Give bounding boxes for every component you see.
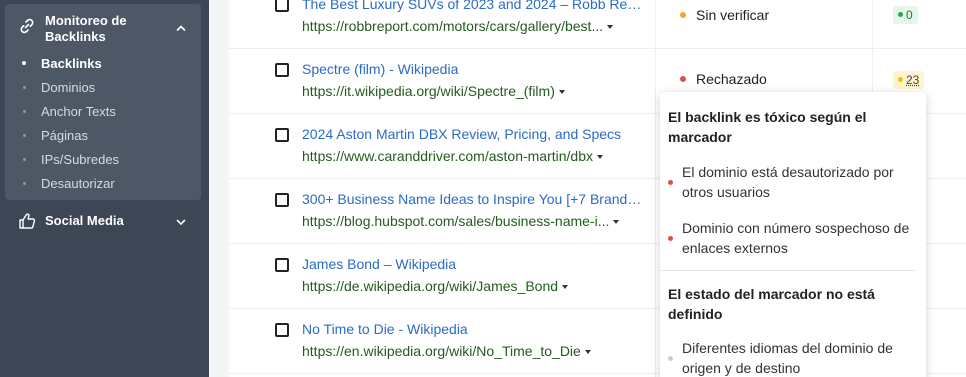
caret-down-icon[interactable] — [562, 285, 568, 289]
backlink-url[interactable]: https://de.wikipedia.org/wiki/James_Bond — [302, 277, 568, 295]
toxic-marker-icon — [668, 180, 673, 185]
toxicity-badge[interactable]: 23 — [893, 71, 924, 89]
caret-down-icon[interactable] — [597, 155, 603, 159]
bullet-icon — [23, 158, 26, 161]
url-text: https://blog.hubspot.com/sales/business-… — [302, 213, 609, 229]
sidebar-item-label: IPs/Subredes — [41, 152, 119, 168]
status-text: Sin verificar — [696, 7, 769, 23]
caret-down-icon[interactable] — [559, 90, 565, 94]
badge-value: 23 — [906, 73, 919, 87]
sidebar-item-label: Anchor Texts — [41, 104, 116, 120]
sidebar-item-label: Backlinks — [41, 56, 102, 72]
url-text: https://it.wikipedia.org/wiki/Spectre_(f… — [302, 83, 555, 99]
row-checkbox[interactable] — [275, 63, 289, 77]
sidebar-item-label: Desautorizar — [41, 176, 115, 192]
tooltip-item: Dominio con número sospechoso de enlaces… — [682, 218, 910, 258]
backlink-title-link[interactable]: James Bond – Wikipedia — [302, 255, 642, 273]
sidebar-item-paginas[interactable]: Páginas — [5, 124, 201, 148]
row-checkbox[interactable] — [275, 128, 289, 142]
row-checkbox[interactable] — [275, 0, 289, 12]
caret-down-icon[interactable] — [607, 25, 613, 29]
backlink-url[interactable]: https://it.wikipedia.org/wiki/Spectre_(f… — [302, 82, 565, 100]
bullet-icon — [22, 61, 26, 65]
backlink-title-link[interactable]: Spectre (film) - Wikipedia — [302, 60, 642, 78]
link-icon — [18, 17, 36, 35]
status-dot-icon — [680, 12, 686, 18]
backlink-title-link[interactable]: No Time to Die - Wikipedia — [302, 320, 642, 338]
toxicity-tooltip: El backlink es tóxico según el marcador … — [660, 92, 926, 377]
caret-down-icon[interactable] — [585, 350, 591, 354]
status-label: Sin verificar — [680, 7, 769, 23]
backlink-monitoring-toggle[interactable]: Monitoreo de Backlinks — [5, 4, 201, 52]
sidebar-item-ips-subredes[interactable]: IPs/Subredes — [5, 148, 201, 172]
backlink-url[interactable]: https://robbreport.com/motors/cars/galle… — [302, 17, 613, 35]
bullet-icon — [23, 182, 26, 185]
tooltip-item: Diferentes idiomas del dominio de origen… — [682, 338, 910, 377]
sidebar: Monitoreo de Backlinks Backlinks Dominio… — [0, 0, 209, 377]
backlink-title-link[interactable]: 2024 Aston Martin DBX Review, Pricing, a… — [302, 125, 642, 143]
group-title: Monitoreo de Backlinks — [45, 13, 165, 45]
sidebar-item-label: Dominios — [41, 80, 95, 96]
column-divider — [655, 0, 656, 377]
thumbs-up-icon — [18, 212, 36, 230]
sidebar-item-dominios[interactable]: Dominios — [5, 76, 201, 100]
backlink-url[interactable]: https://en.wikipedia.org/wiki/No_Time_to… — [302, 342, 591, 360]
backlink-title-link[interactable]: 300+ Business Name Ideas to Inspire You … — [302, 190, 642, 208]
backlink-monitoring-group: Monitoreo de Backlinks Backlinks Dominio… — [5, 4, 201, 200]
bullet-icon — [23, 134, 26, 137]
badge-dot-icon — [898, 12, 903, 17]
bullet-icon — [23, 86, 26, 89]
backlink-url[interactable]: https://blog.hubspot.com/sales/business-… — [302, 212, 619, 230]
bullet-icon — [23, 110, 26, 113]
undefined-marker-icon — [668, 356, 673, 361]
sidebar-item-anchor-texts[interactable]: Anchor Texts — [5, 100, 201, 124]
url-text: https://de.wikipedia.org/wiki/James_Bond — [302, 278, 558, 294]
backlink-url[interactable]: https://www.caranddriver.com/aston-marti… — [302, 147, 603, 165]
tooltip-item: El dominio está desautorizado por otros … — [682, 162, 910, 202]
tooltip-heading-undefined: El estado del marcador no está definido — [668, 284, 908, 324]
table-row: The Best Luxury SUVs of 2023 and 2024 – … — [229, 0, 966, 49]
status-label: Rechazado — [680, 71, 767, 87]
sidebar-item-label: Páginas — [41, 128, 88, 144]
badge-dot-icon — [898, 77, 903, 82]
url-text: https://en.wikipedia.org/wiki/No_Time_to… — [302, 343, 581, 359]
row-checkbox[interactable] — [275, 323, 289, 337]
sidebar-item-backlinks[interactable]: Backlinks — [5, 52, 201, 76]
url-text: https://www.caranddriver.com/aston-marti… — [302, 148, 593, 164]
badge-value: 0 — [906, 8, 913, 22]
url-text: https://robbreport.com/motors/cars/galle… — [302, 18, 603, 34]
backlink-title-link[interactable]: The Best Luxury SUVs of 2023 and 2024 – … — [302, 0, 642, 13]
status-text: Rechazado — [696, 71, 767, 87]
sidebar-item-desautorizar[interactable]: Desautorizar — [5, 172, 201, 196]
chevron-down-icon — [175, 215, 187, 227]
social-media-toggle[interactable]: Social Media — [0, 207, 209, 235]
chevron-up-icon — [175, 21, 187, 33]
toxicity-badge[interactable]: 0 — [893, 6, 918, 24]
caret-down-icon[interactable] — [613, 220, 619, 224]
social-media-label: Social Media — [45, 213, 124, 228]
tooltip-divider — [660, 270, 916, 271]
status-dot-icon — [680, 76, 686, 82]
toxic-marker-icon — [668, 236, 673, 241]
row-checkbox[interactable] — [275, 193, 289, 207]
row-checkbox[interactable] — [275, 258, 289, 272]
tooltip-heading-toxic: El backlink es tóxico según el marcador — [668, 107, 908, 147]
